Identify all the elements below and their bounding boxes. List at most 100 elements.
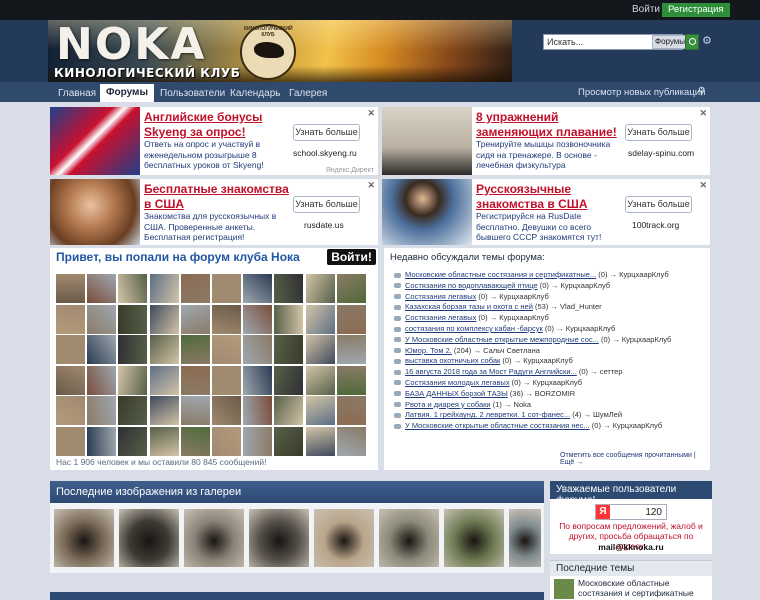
ad-cta-button[interactable]: Узнать больше	[293, 196, 360, 213]
user-avatar[interactable]	[336, 335, 366, 364]
ad-cta-button[interactable]: Узнать больше	[625, 124, 692, 141]
ad-cta-button[interactable]: Узнать больше	[293, 124, 360, 141]
recent-topic-item[interactable]: БАЗА ДАННЫХ борзой ТАЗЫ (36) → BORZOMIR	[394, 389, 704, 400]
gallery-photo[interactable]	[509, 509, 541, 567]
recent-topic-item[interactable]: состязания по комплексу кабан -барсук (0…	[394, 324, 704, 335]
user-avatar[interactable]	[56, 304, 85, 334]
recent-topic-item[interactable]: У Московские открытые областные состязан…	[394, 421, 704, 432]
register-button[interactable]: Регистрация	[662, 3, 730, 17]
recent-topic-item[interactable]: Состязания молодых легавых (0) → Курцхаа…	[394, 378, 704, 389]
user-avatar[interactable]	[56, 426, 85, 456]
close-icon[interactable]: ✕	[699, 108, 707, 119]
recent-topic-link[interactable]: У Московские открытые областные состязан…	[405, 421, 590, 430]
ad-image[interactable]	[50, 107, 140, 175]
user-avatar[interactable]	[336, 304, 366, 334]
tab-forums[interactable]: Форумы	[100, 84, 154, 102]
header-banner[interactable]: NOKA КИНОЛОГИЧЕСКИЙ КЛУБ КИНОЛОГИЧЕСКИЙ …	[48, 20, 512, 82]
ad-image[interactable]	[382, 179, 472, 245]
user-avatar[interactable]	[118, 365, 148, 395]
ad-domain[interactable]: 100track.org	[632, 220, 679, 230]
recent-topic-link[interactable]: выставка охотничьих собак	[405, 356, 500, 365]
gallery-photo[interactable]	[314, 509, 374, 567]
gear-icon[interactable]: ⚙	[702, 34, 712, 47]
user-avatar[interactable]	[149, 365, 179, 395]
user-avatar[interactable]	[212, 396, 241, 425]
user-avatar[interactable]	[274, 426, 304, 456]
ad-cta-button[interactable]: Узнать больше	[625, 196, 692, 213]
ad-image[interactable]	[382, 107, 472, 175]
user-avatar[interactable]	[243, 304, 273, 334]
tab-home[interactable]: Главная	[52, 85, 102, 102]
ad-domain[interactable]: sdelay-spinu.com	[628, 148, 694, 158]
user-avatar[interactable]	[274, 365, 304, 395]
user-avatar[interactable]	[87, 304, 117, 334]
recent-topic-item[interactable]: выставка охотничьих собак (0) → Курцхаар…	[394, 356, 704, 367]
user-avatar[interactable]	[87, 396, 117, 425]
recent-topic-item[interactable]: Состязания по водоплавающей птице (0) → …	[394, 281, 704, 292]
user-avatar[interactable]	[305, 274, 335, 303]
recent-topic-item[interactable]: Состязания легавых (0) → КурцхаарКлуб	[394, 313, 704, 324]
user-avatar[interactable]	[180, 426, 210, 456]
user-avatar[interactable]	[118, 396, 148, 425]
user-avatar[interactable]	[87, 335, 117, 364]
user-avatar[interactable]	[149, 396, 179, 425]
user-avatar[interactable]	[180, 304, 210, 334]
user-avatar[interactable]	[336, 365, 366, 395]
user-avatar[interactable]	[305, 396, 335, 425]
search-icon[interactable]	[685, 34, 699, 50]
gallery-photo[interactable]	[379, 509, 439, 567]
user-avatar[interactable]	[180, 396, 210, 425]
close-icon[interactable]: ✕	[367, 180, 375, 191]
recent-topic-item[interactable]: Юмор. Том 2. (204) → Сальч Светлана	[394, 346, 704, 357]
user-avatar[interactable]	[56, 365, 85, 395]
recent-topic-link[interactable]: Состязания легавых	[405, 292, 476, 301]
user-avatar[interactable]	[56, 396, 85, 425]
ad-title[interactable]: Русскоязычные знакомства в США	[476, 182, 626, 212]
recent-topic-link[interactable]: Состязания по водоплавающей птице	[405, 281, 538, 290]
ad-block[interactable]: Русскоязычные знакомства в США Регистрир…	[382, 179, 710, 245]
gallery-photo[interactable]	[249, 509, 309, 567]
user-avatar[interactable]	[243, 335, 273, 364]
user-avatar[interactable]	[180, 335, 210, 364]
user-avatar[interactable]	[118, 274, 148, 303]
gallery-photo[interactable]	[54, 509, 114, 567]
recent-topic-item[interactable]: Казахская борзая тазы и охота с ней (53)…	[394, 302, 704, 313]
user-avatar[interactable]	[149, 335, 179, 364]
user-avatar[interactable]	[212, 335, 241, 364]
user-avatar[interactable]	[274, 304, 304, 334]
user-avatar[interactable]	[243, 396, 273, 425]
recent-topic-item[interactable]: У Московские областные открытые межпород…	[394, 335, 704, 346]
tab-users[interactable]: Пользователи	[154, 85, 231, 102]
recent-topic-item[interactable]: Московские областные состязания и сертиф…	[394, 270, 704, 281]
user-avatar[interactable]	[336, 274, 366, 303]
ad-block[interactable]: Бесплатные знакомства в США Знакомства д…	[50, 179, 378, 245]
new-posts-link[interactable]: Просмотр новых публикаций	[578, 87, 705, 98]
user-avatar[interactable]	[212, 365, 241, 395]
recent-topic-link[interactable]: Рвота и диарея у собаки	[405, 400, 491, 409]
user-avatar[interactable]	[305, 335, 335, 364]
user-avatar[interactable]	[212, 304, 241, 334]
ad-title[interactable]: 8 упражнений заменяющих плавание!	[476, 110, 626, 140]
latest-topic-text[interactable]: Московские областные состязания и сертиф…	[578, 578, 708, 600]
user-avatar[interactable]	[149, 426, 179, 456]
user-avatar[interactable]	[87, 426, 117, 456]
user-avatar[interactable]	[336, 426, 366, 456]
ad-domain[interactable]: rusdate.us	[304, 220, 344, 230]
ad-domain[interactable]: school.skyeng.ru	[293, 148, 357, 158]
user-avatar[interactable]	[180, 274, 210, 303]
user-avatar[interactable]	[149, 304, 179, 334]
user-avatar[interactable]	[212, 426, 241, 456]
recent-topic-link[interactable]: БАЗА ДАННЫХ борзой ТАЗЫ	[405, 389, 508, 398]
gallery-photo[interactable]	[184, 509, 244, 567]
user-avatar[interactable]	[305, 426, 335, 456]
recent-topic-link[interactable]: Юмор. Том 2.	[405, 346, 452, 355]
recent-topic-link[interactable]: Московские областные состязания и сертиф…	[405, 270, 596, 279]
gallery-photo[interactable]	[119, 509, 179, 567]
user-avatar[interactable]	[274, 274, 304, 303]
mark-read-link[interactable]: Отметить все сообщения прочитанными | Ещ…	[560, 452, 710, 466]
close-icon[interactable]: ✕	[367, 108, 375, 119]
search-scope-select[interactable]: Форумы	[652, 35, 689, 49]
ad-title[interactable]: Бесплатные знакомства в США	[144, 182, 294, 212]
user-avatar[interactable]	[212, 274, 241, 303]
recent-topic-link[interactable]: Состязания легавых	[405, 313, 476, 322]
